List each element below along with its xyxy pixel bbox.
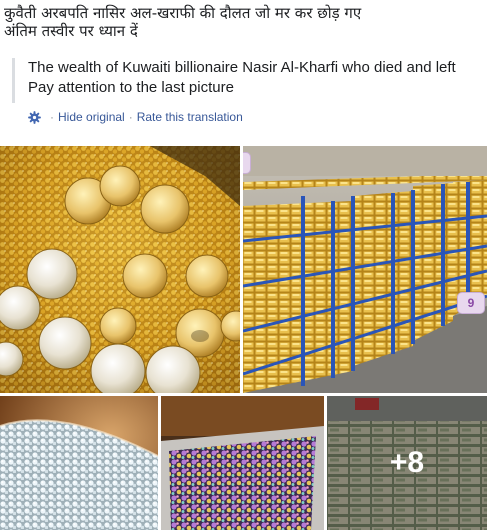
gear-icon[interactable] bbox=[28, 110, 41, 124]
photo-count-badge: 9 bbox=[457, 292, 485, 314]
post-text: कुवैती अरबपति नासिर अल-खराफी की दौलत जो … bbox=[4, 4, 474, 40]
photo-banknotes-more[interactable]: +8 bbox=[327, 396, 487, 530]
photo-badge-left bbox=[243, 152, 251, 174]
rate-translation-link[interactable]: Rate this translation bbox=[137, 109, 243, 125]
separator-dot: · bbox=[50, 110, 54, 124]
photo-gemstone-tray[interactable] bbox=[161, 396, 324, 530]
photo-crystals-bowl[interactable] bbox=[0, 396, 158, 530]
crystals-image bbox=[0, 396, 158, 530]
separator-dot: · bbox=[128, 110, 133, 124]
translation-line-1: The wealth of Kuwaiti billionaire Nasir … bbox=[28, 59, 456, 76]
hide-original-link[interactable]: Hide original bbox=[58, 109, 125, 125]
photo-gold-coins[interactable] bbox=[0, 146, 240, 393]
translation-actions: · Hide original · Rate this translation bbox=[28, 109, 243, 125]
gold-bars-image bbox=[243, 146, 487, 393]
translation-line-2: Pay attention to the last picture bbox=[28, 79, 234, 96]
post-text-line-1: कुवैती अरबपति नासिर अल-खराफी की दौलत जो … bbox=[4, 4, 362, 22]
translation-block: The wealth of Kuwaiti billionaire Nasir … bbox=[12, 58, 474, 103]
photo-gold-bars-vault[interactable]: 9 bbox=[243, 146, 487, 393]
gold-coins-image bbox=[0, 146, 240, 393]
post-text-line-2: अंतिम तस्वीर पर ध्यान दें bbox=[4, 22, 138, 40]
more-photos-overlay[interactable]: +8 bbox=[327, 396, 487, 530]
gemstones-image bbox=[161, 396, 324, 530]
